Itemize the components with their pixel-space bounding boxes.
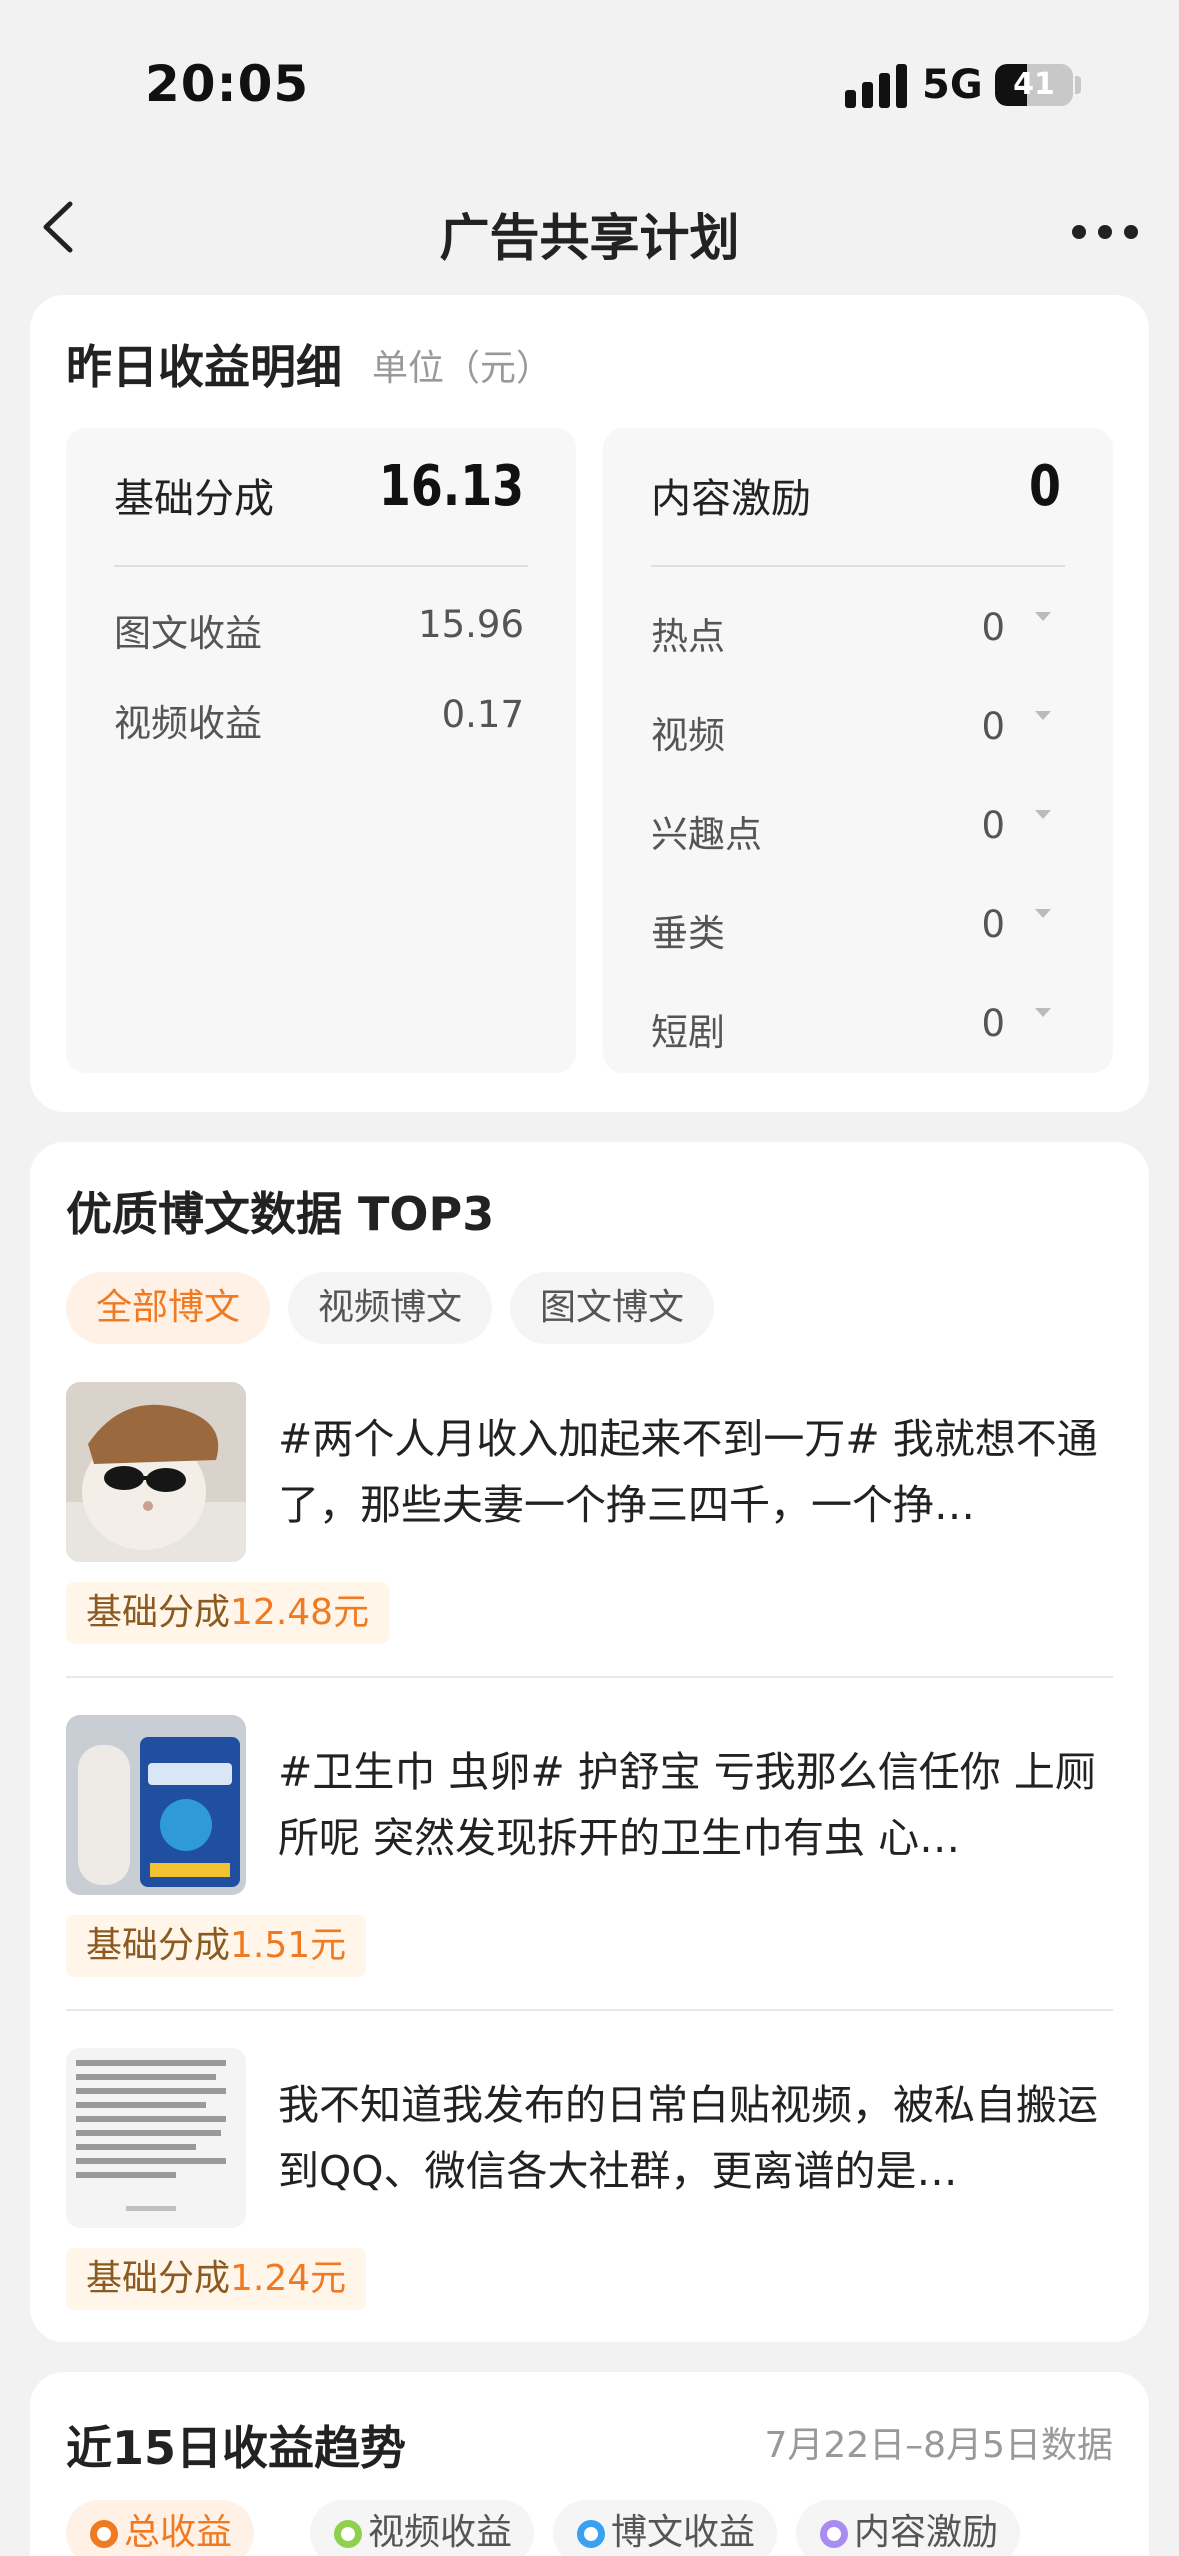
legend-post-earnings[interactable]: 博文收益 (553, 2500, 778, 2556)
legend-label: 视频收益 (368, 2512, 513, 2553)
battery-tip (1075, 76, 1081, 94)
content-incentive-panel: 内容激励 0 热点 0 视频 0 兴趣点 0 垂类 0 短剧 0 (603, 428, 1113, 1073)
badge-label: 基础分成 (86, 1592, 231, 1633)
basic-row-value: 15.96 (418, 603, 524, 646)
post-divider (66, 1676, 1113, 1678)
caret-down-icon[interactable] (1035, 711, 1051, 720)
incentive-row-label: 短剧 (651, 1011, 725, 1054)
incentive-row-value: 0 (981, 804, 1005, 847)
post-item[interactable]: #卫生巾 虫卵# 护舒宝 亏我那么信任你 上厕所呢 突然发现拆开的卫生巾有虫 心… (66, 1715, 1113, 1985)
legend-label: 总收益 (124, 2512, 233, 2553)
status-time: 20:05 (145, 55, 310, 113)
tab-image-text-posts[interactable]: 图文博文 (510, 1272, 715, 1344)
post-item[interactable]: 我不知道我发布的日常白贴视频，被私自搬运到QQ、微信各大社群，更离谱的是… 基础… (66, 2048, 1113, 2318)
trend-date-range: 7月22日–8月5日数据 (764, 2425, 1113, 2466)
navigation-bar: 广告共享计划 (0, 170, 1179, 290)
legend-total-earnings[interactable]: 总收益 (66, 2500, 255, 2556)
basic-share-label: 基础分成 (114, 476, 274, 522)
post-item[interactable]: #两个人月收入加起来不到一万# 我就想不通了，那些夫妻一个挣三四千，一个挣… 基… (66, 1382, 1113, 1652)
earnings-unit: 单位（元） (372, 348, 553, 389)
post-thumbnail (66, 1715, 246, 1895)
tab-all-posts[interactable]: 全部博文 (66, 1272, 271, 1344)
basic-row-value: 0.17 (441, 693, 524, 736)
basic-share-value: 16.13 (378, 454, 524, 519)
caret-down-icon[interactable] (1035, 612, 1051, 621)
badge-amount: 1.24元 (230, 2258, 347, 2299)
status-bar: 20:05 5G 41 (0, 0, 1179, 170)
badge-amount: 1.51元 (230, 1925, 347, 1966)
content-incentive-label: 内容激励 (651, 476, 811, 522)
trend-title: 近15日收益趋势 (66, 2421, 407, 2475)
post-earnings-badge: 基础分成1.24元 (66, 2248, 367, 2310)
incentive-row-label: 视频 (651, 714, 725, 757)
incentive-row-value: 0 (981, 1002, 1005, 1045)
panel-divider (651, 565, 1065, 567)
battery-icon: 41 (995, 64, 1073, 106)
post-title: #两个人月收入加起来不到一万# 我就想不通了，那些夫妻一个挣三四千，一个挣… (278, 1415, 1098, 1529)
caret-down-icon[interactable] (1035, 1008, 1051, 1017)
legend-dot-icon (90, 2520, 118, 2548)
caret-down-icon[interactable] (1035, 909, 1051, 918)
badge-amount: 12.48元 (230, 1592, 370, 1633)
incentive-row-label: 热点 (651, 615, 725, 658)
basic-row-label: 图文收益 (114, 612, 262, 655)
badge-label: 基础分成 (86, 1925, 231, 1966)
page-title: 广告共享计划 (439, 209, 740, 267)
incentive-row-value: 0 (981, 903, 1005, 946)
content-incentive-value: 0 (1029, 454, 1061, 519)
cellular-signal-icon (845, 64, 907, 108)
panel-divider (114, 565, 528, 567)
earnings-title: 昨日收益明细 (66, 340, 342, 394)
tab-video-posts[interactable]: 视频博文 (288, 1272, 493, 1344)
post-title: 我不知道我发布的日常白贴视频，被私自搬运到QQ、微信各大社群，更离谱的是… (278, 2081, 1098, 2195)
legend-dot-icon (820, 2520, 848, 2548)
legend-content-incentive[interactable]: 内容激励 (796, 2500, 1021, 2556)
caret-down-icon[interactable] (1035, 810, 1051, 819)
top-posts-card: 优质博文数据 TOP3 全部博文 视频博文 图文博文 #两个人月收入加起来不到一… (30, 1142, 1149, 2342)
post-divider (66, 2009, 1113, 2011)
post-earnings-badge: 基础分成1.51元 (66, 1915, 367, 1977)
legend-dot-icon (334, 2520, 362, 2548)
post-earnings-badge: 基础分成12.48元 (66, 1582, 390, 1644)
legend-label: 内容激励 (854, 2512, 999, 2553)
top-posts-title: 优质博文数据 TOP3 (66, 1187, 495, 1241)
legend-video-earnings[interactable]: 视频收益 (310, 2500, 535, 2556)
incentive-row-label: 兴趣点 (651, 813, 762, 856)
network-type: 5G (922, 62, 983, 108)
incentive-row-label: 垂类 (651, 912, 725, 955)
incentive-row-value: 0 (981, 705, 1005, 748)
earnings-card: 昨日收益明细 单位（元） 基础分成 16.13 图文收益 15.96 视频收益 … (30, 295, 1149, 1112)
earnings-trend-card: 近15日收益趋势 7月22日–8月5日数据 总收益 视频收益 博文收益 内容激励 (30, 2372, 1149, 2556)
badge-label: 基础分成 (86, 2258, 231, 2299)
legend-label: 博文收益 (611, 2512, 756, 2553)
post-thumbnail (66, 1382, 246, 1562)
basic-share-panel: 基础分成 16.13 图文收益 15.96 视频收益 0.17 (66, 428, 576, 1073)
post-thumbnail (66, 2048, 246, 2228)
incentive-row-value: 0 (981, 606, 1005, 649)
basic-row-label: 视频收益 (114, 702, 262, 745)
battery-percent: 41 (1013, 67, 1055, 102)
legend-dot-icon (577, 2520, 605, 2548)
post-title: #卫生巾 虫卵# 护舒宝 亏我那么信任你 上厕所呢 突然发现拆开的卫生巾有虫 心… (278, 1748, 1096, 1862)
more-button[interactable] (1060, 210, 1150, 250)
